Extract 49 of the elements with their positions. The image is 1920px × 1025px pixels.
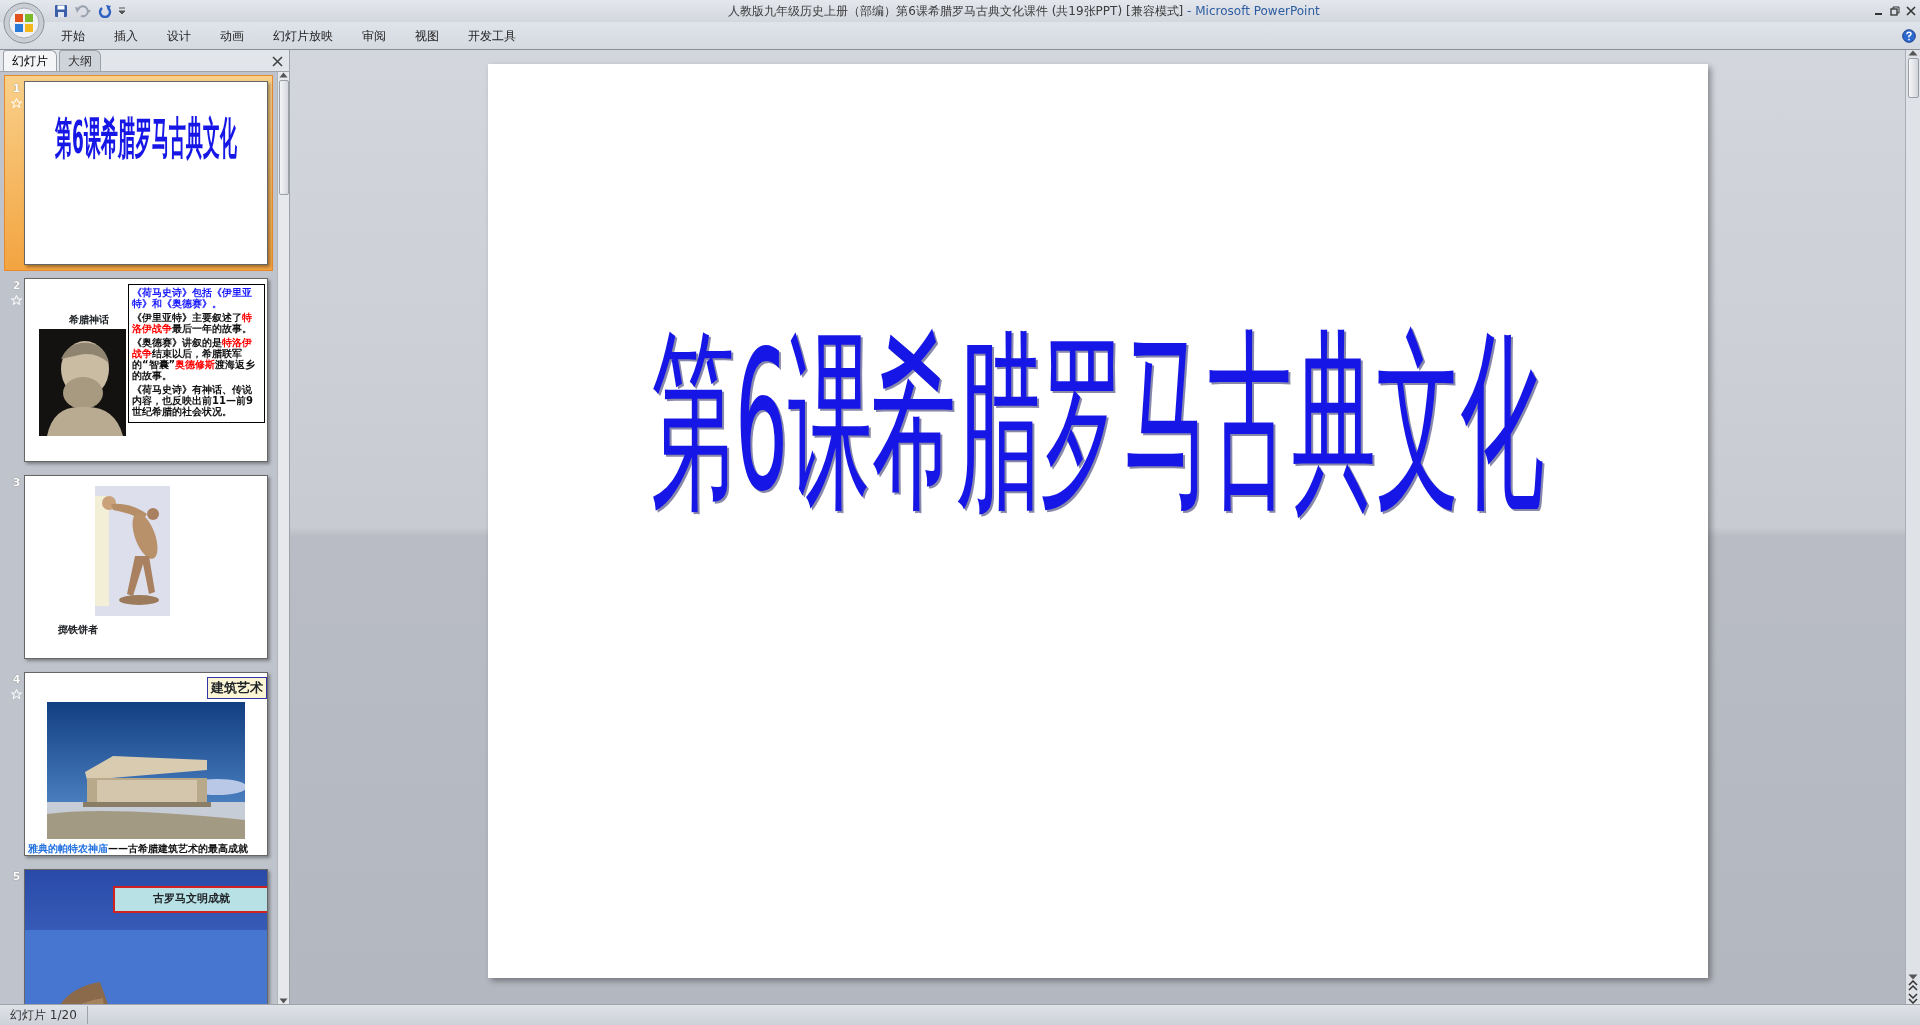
slide-number: 4 xyxy=(12,672,21,688)
slide-thumbnail-item[interactable]: 2 希腊神话 《荷马史诗》包括《伊里亚特》和《奥德赛》。 《伊里亚特》主要叙述了特洛伊战争最后一年的故事。 《奥德赛》讲叙的是特洛伊战争结束以后，希腊联军的“智囊”奥德修斯渡海返乡的故事。 《荷马史诗》有神话、传说内容，也反映出前11—前9世纪希腊的社会状况。 xyxy=(4,272,274,468)
slide-thumbnail-item[interactable]: 3 掷铁饼者 xyxy=(4,469,274,665)
panel-tab[interactable]: 幻灯片 xyxy=(3,50,57,71)
help-icon[interactable] xyxy=(1902,28,1916,43)
slide-heading: 建筑艺术 xyxy=(207,677,268,699)
slide-thumbnail-item[interactable]: 5 古罗马文明成就 xyxy=(4,863,274,1004)
ribbon-tab[interactable]: 幻灯片放映 xyxy=(258,26,347,45)
scroll-down-arrow-icon[interactable] xyxy=(279,998,288,1004)
customize-caret-icon[interactable] xyxy=(118,7,126,15)
slide-heading: 古罗马文明成就 xyxy=(113,886,268,913)
slide-number: 3 xyxy=(12,475,21,491)
ribbon-tab[interactable]: 视图 xyxy=(400,26,453,45)
slide-number: 5 xyxy=(12,869,21,885)
ribbon-tab[interactable]: 插入 xyxy=(99,26,152,45)
paragraph-text: 《荷马史诗》包括《伊里亚特》和《奥德赛》。 xyxy=(132,287,254,309)
ribbon-tab[interactable]: 审阅 xyxy=(347,26,400,45)
slide-caption: 掷铁饼者 xyxy=(58,623,99,637)
slide-number: 1 xyxy=(12,81,21,97)
next-slide-icon[interactable] xyxy=(1908,992,1918,1004)
slide-number: 2 xyxy=(12,278,21,294)
previous-slide-icon[interactable] xyxy=(1908,980,1918,992)
ribbon-tab[interactable]: 开发工具 xyxy=(453,26,530,45)
ribbon-tab[interactable]: 设计 xyxy=(152,26,205,45)
scroll-up-arrow-icon[interactable] xyxy=(279,72,288,78)
paragraph-text: 《伊里亚特》主要叙述了特洛伊战争最后一年的故事。 xyxy=(132,312,254,334)
scrollbar-thumb[interactable] xyxy=(278,80,289,195)
restore-button[interactable] xyxy=(1890,6,1900,16)
panel-tab[interactable]: 大纲 xyxy=(59,50,101,71)
slide-thumbnail-item[interactable]: 4 建筑艺术 雅典的帕特农神庙——古希腊建筑艺术的最高成就 xyxy=(4,666,274,862)
scrollbar-thumb[interactable] xyxy=(1907,58,1919,98)
scroll-up-arrow-icon[interactable] xyxy=(1908,50,1918,56)
paragraph-text: 《荷马史诗》有神话、传说内容，也反映出前11—前9世纪希腊的社会状况。 xyxy=(132,384,254,417)
slide-thumbnail-item[interactable]: 1 第6课希腊罗马古典文化 xyxy=(4,75,274,271)
slide-count-text: 幻灯片 1/20 xyxy=(0,1006,88,1024)
ribbon-tab[interactable]: 开始 xyxy=(46,26,99,45)
slide-title: 第6课希腊罗马古典文化 xyxy=(649,307,1546,536)
scroll-down-arrow-icon[interactable] xyxy=(1908,974,1918,980)
close-icon[interactable] xyxy=(272,56,283,67)
window-title: 人教版九年级历史上册（部编）第6课希腊罗马古典文化课件 (共19张PPT) [兼容模式] - Microsoft PowerPoint xyxy=(727,3,1321,20)
ribbon-tab[interactable]: 动画 xyxy=(205,26,258,45)
redo-icon[interactable] xyxy=(98,4,112,18)
office-button[interactable] xyxy=(2,1,46,45)
save-icon[interactable] xyxy=(54,4,68,18)
close-icon[interactable] xyxy=(1906,6,1916,16)
slide-caption: 雅典的帕特农神庙——古希腊建筑艺术的最高成就 xyxy=(28,842,249,855)
slide-title: 第6课希腊罗马古典文化 xyxy=(55,116,237,161)
slide-caption: 希腊神话 xyxy=(69,313,110,327)
paragraph-text: 《奥德赛》讲叙的是特洛伊战争结束以后，希腊联军的“智囊”奥德修斯渡海返乡的故事。 xyxy=(132,337,257,381)
